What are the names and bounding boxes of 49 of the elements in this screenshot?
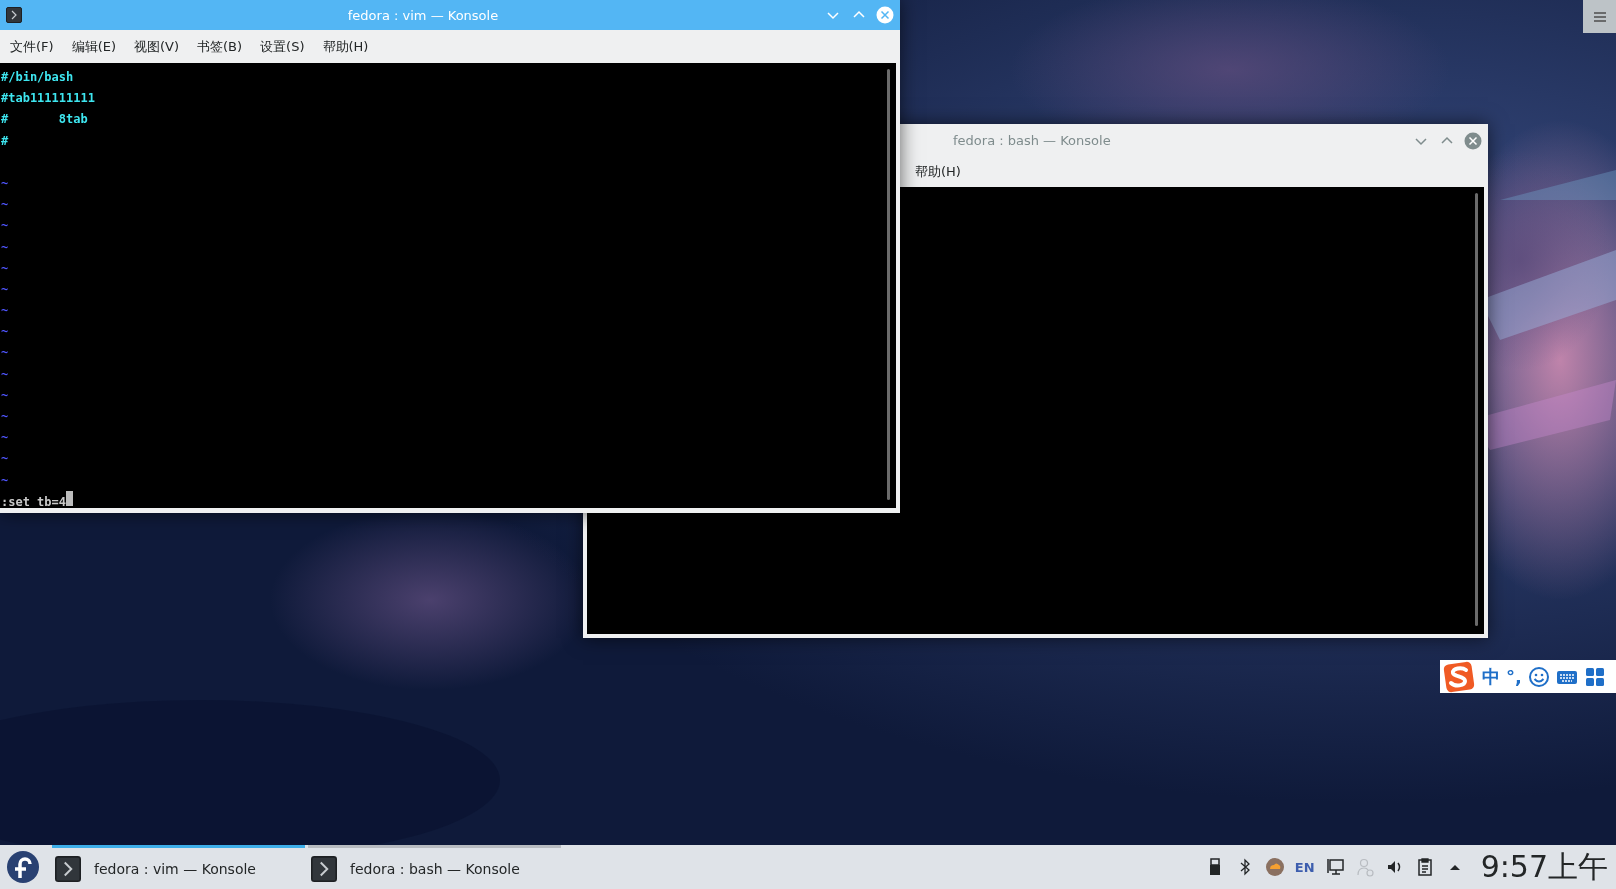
grid-icon[interactable] bbox=[1583, 665, 1606, 688]
terminal-icon bbox=[55, 855, 81, 882]
tilde-marker: ~ bbox=[1, 429, 9, 447]
tilde-marker: ~ bbox=[1, 365, 9, 383]
tilde-marker: ~ bbox=[1, 386, 9, 404]
tilde-marker: ~ bbox=[1, 217, 9, 235]
tilde-marker: ~ bbox=[1, 344, 9, 362]
taskbar-task[interactable]: fedora : vim — Konsole bbox=[52, 845, 305, 889]
network-icon[interactable] bbox=[1324, 857, 1345, 877]
code-line: # bbox=[1, 132, 9, 150]
tilde-marker: ~ bbox=[1, 174, 9, 192]
window-title: fedora : bash — Konsole bbox=[952, 133, 1112, 148]
tilde-marker: ~ bbox=[1, 471, 9, 489]
code-line: #/bin/bash bbox=[1, 69, 74, 86]
tilde-marker: ~ bbox=[1, 302, 9, 320]
cursor bbox=[66, 490, 74, 506]
taskbar-task[interactable]: fedora : bash — Konsole bbox=[308, 845, 561, 889]
punctuation-mode[interactable]: °, bbox=[1506, 666, 1522, 687]
terminal-icon bbox=[311, 855, 337, 882]
code-line: #tab111111111 bbox=[1, 90, 95, 108]
launcher-icon[interactable] bbox=[6, 850, 40, 884]
command-line: :set tb=4 bbox=[1, 493, 67, 508]
scrollbar[interactable] bbox=[1475, 193, 1478, 626]
clock: 9:57上午 bbox=[1480, 847, 1608, 886]
tilde-marker: ~ bbox=[1, 408, 9, 425]
smiley-icon[interactable] bbox=[1527, 665, 1550, 688]
menu-item[interactable]: 书签(B) bbox=[191, 37, 249, 56]
tilde-marker: ~ bbox=[1, 259, 9, 277]
window-title: fedora : vim — Konsole bbox=[346, 7, 500, 23]
menu-item[interactable]: 视图(V) bbox=[128, 37, 186, 56]
menu-item[interactable]: 帮助(H) bbox=[316, 37, 375, 56]
cloud-icon[interactable] bbox=[1264, 857, 1285, 877]
menu-item[interactable]: 帮助(H) bbox=[909, 163, 967, 181]
tilde-marker: ~ bbox=[1, 196, 9, 214]
input-mode[interactable]: 中 bbox=[1482, 664, 1500, 689]
tilde-marker: ~ bbox=[1, 280, 9, 298]
scrollbar[interactable] bbox=[887, 69, 890, 500]
tilde-marker: ~ bbox=[1, 450, 9, 468]
menu-item[interactable]: 文件(F) bbox=[4, 37, 60, 56]
terminal-icon bbox=[6, 7, 22, 23]
menu-icon[interactable] bbox=[1583, 0, 1616, 33]
menu-item[interactable]: 编辑(E) bbox=[65, 37, 122, 56]
tilde-marker: ~ bbox=[1, 323, 9, 341]
tilde-marker: ~ bbox=[1, 238, 9, 256]
close-icon[interactable] bbox=[1464, 131, 1482, 150]
code-line: # 8tab bbox=[1, 111, 88, 129]
menu-item[interactable]: 设置(S) bbox=[254, 37, 311, 56]
close-icon[interactable] bbox=[876, 6, 894, 24]
keyboard-layout[interactable]: EN bbox=[1294, 859, 1315, 875]
